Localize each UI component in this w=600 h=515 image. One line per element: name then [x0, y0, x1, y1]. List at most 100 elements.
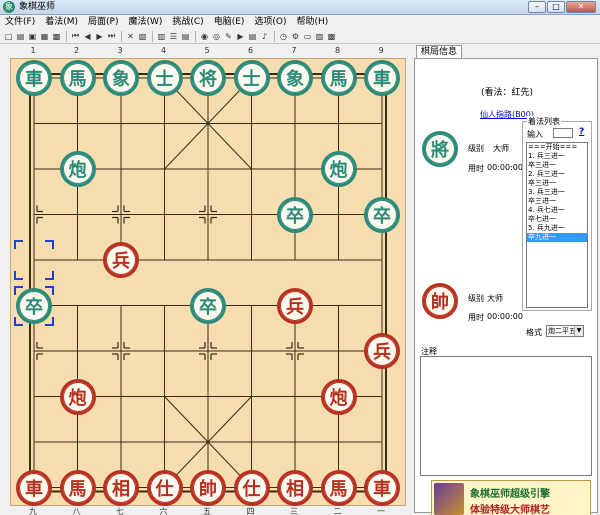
- move-list[interactable]: ===开始=== 1. 兵三进一 卒三进一 2. 兵三进一 卒三进一 3. 兵三进一 …: [526, 142, 588, 308]
- help-link[interactable]: ?: [579, 127, 584, 137]
- list-icon[interactable]: ☰: [168, 31, 179, 42]
- red-piece[interactable]: 相: [277, 469, 313, 506]
- black-piece[interactable]: 象: [103, 60, 139, 96]
- new-icon[interactable]: □: [3, 31, 14, 42]
- black-piece[interactable]: 車: [364, 60, 400, 96]
- bottom-time-value: 00:00:00: [487, 312, 523, 321]
- selection-marker: [45, 316, 54, 326]
- move-list-item[interactable]: 4. 兵七进一: [527, 206, 587, 215]
- banner-image: [434, 483, 464, 515]
- close-button[interactable]: ✕: [566, 1, 596, 13]
- save-icon[interactable]: ▣: [27, 31, 38, 42]
- move-list-item[interactable]: ===开始===: [527, 143, 587, 152]
- menu-challenge[interactable]: 挑战(C): [167, 15, 208, 29]
- minimize-button[interactable]: –: [528, 1, 546, 13]
- top-coord-2: 2: [73, 46, 80, 55]
- play-icon[interactable]: ▶: [235, 31, 246, 42]
- move-list-item[interactable]: 卒七进一: [527, 215, 587, 224]
- banner-line2: 体验特级大师棋艺: [470, 505, 550, 515]
- red-piece[interactable]: 車: [364, 469, 400, 506]
- move-list-item[interactable]: 卒三进一: [527, 179, 587, 188]
- engine-banner[interactable]: 象棋巫师超级引擎 体验特级大师棋艺: [431, 480, 591, 515]
- move-list-group: 着法列表 输入 ? ===开始=== 1. 兵三进一 卒三进一 2. 兵三进一 卒三…: [522, 116, 592, 311]
- bottom-coord-5: 五: [203, 507, 211, 515]
- black-piece[interactable]: 炮: [59, 151, 96, 187]
- move-list-item[interactable]: 5. 兵九进一: [527, 224, 587, 233]
- menu-options[interactable]: 选项(O): [249, 15, 291, 29]
- open-icon[interactable]: ▤: [15, 31, 26, 42]
- red-piece[interactable]: 炮: [59, 378, 96, 415]
- red-piece[interactable]: 帥: [190, 469, 226, 506]
- color-icon[interactable]: ◉: [199, 31, 210, 42]
- red-piece[interactable]: 車: [16, 469, 52, 506]
- move-input[interactable]: [553, 128, 573, 138]
- last-move-icon[interactable]: ⏭: [106, 31, 117, 42]
- menu-computer[interactable]: 电脑(E): [209, 15, 250, 29]
- export-icon[interactable]: ▩: [326, 31, 337, 42]
- settings-icon[interactable]: ⚙: [290, 31, 301, 42]
- format-select[interactable]: 炮二平五 ▼: [546, 325, 584, 337]
- window-icon[interactable]: ▭: [302, 31, 313, 42]
- red-piece[interactable]: 仕: [146, 469, 183, 506]
- red-piece[interactable]: 炮: [320, 378, 357, 415]
- menu-moves[interactable]: 着法(M): [40, 15, 83, 29]
- edit-icon[interactable]: ✎: [223, 31, 234, 42]
- menu-position[interactable]: 局面(P): [83, 15, 123, 29]
- format-label: 格式: [526, 328, 542, 337]
- board-area: 123456789 車馬象士将士象馬車炮炮卒卒卒卒兵兵兵炮炮車馬相仕帥仕相馬車 …: [0, 44, 410, 515]
- black-piece[interactable]: 象: [277, 60, 313, 96]
- top-time-label: 用时: [468, 164, 484, 173]
- menu-help[interactable]: 帮助(H): [292, 15, 334, 29]
- first-move-icon[interactable]: ⏮: [70, 31, 81, 42]
- move-list-item[interactable]: 卒九进一: [527, 233, 587, 242]
- menu-file[interactable]: 文件(F): [0, 15, 40, 29]
- move-list-item[interactable]: 卒三进一: [527, 161, 587, 170]
- top-coord-1: 1: [30, 46, 36, 55]
- red-piece[interactable]: 馬: [320, 469, 357, 506]
- black-piece[interactable]: 卒: [364, 196, 400, 233]
- next-move-icon[interactable]: ▶: [94, 31, 105, 42]
- black-piece[interactable]: 馬: [320, 60, 357, 96]
- image-icon[interactable]: ▨: [314, 31, 325, 42]
- paste-icon[interactable]: ▧: [137, 31, 148, 42]
- banner-line1: 象棋巫师超级引擎: [470, 489, 550, 500]
- input-label: 输入: [527, 130, 543, 139]
- chess-board[interactable]: 車馬象士将士象馬車炮炮卒卒卒卒兵兵兵炮炮車馬相仕帥仕相馬車: [10, 58, 406, 506]
- sound-icon[interactable]: ♪: [259, 31, 270, 42]
- opening-link[interactable]: 仙人指路(B00): [415, 109, 599, 120]
- delete-icon[interactable]: ✕: [125, 31, 136, 42]
- save-as-icon[interactable]: ▦: [39, 31, 50, 42]
- maximize-button[interactable]: □: [547, 1, 565, 13]
- black-piece[interactable]: 将: [190, 60, 226, 96]
- red-piece[interactable]: 馬: [59, 469, 96, 506]
- black-piece[interactable]: 士: [233, 60, 270, 96]
- black-piece[interactable]: 車: [16, 60, 52, 96]
- tab-game-info[interactable]: 棋局信息: [416, 45, 463, 59]
- eye-icon[interactable]: ◎: [211, 31, 222, 42]
- book-icon[interactable]: ▥: [156, 31, 167, 42]
- red-piece[interactable]: 兵: [277, 287, 313, 324]
- red-piece[interactable]: 兵: [364, 333, 400, 369]
- black-piece[interactable]: 卒: [277, 196, 313, 233]
- timer-icon[interactable]: ◷: [278, 31, 289, 42]
- black-piece[interactable]: 馬: [59, 60, 96, 96]
- prev-move-icon[interactable]: ◀: [82, 31, 93, 42]
- red-piece[interactable]: 兵: [103, 242, 139, 278]
- move-list-item[interactable]: 1. 兵三进一: [527, 152, 587, 161]
- chevron-down-icon[interactable]: ▼: [574, 326, 583, 336]
- tree-icon[interactable]: ▤: [180, 31, 191, 42]
- print-icon[interactable]: ▩: [51, 31, 62, 42]
- red-piece[interactable]: 仕: [233, 469, 270, 506]
- notes-textarea[interactable]: [420, 356, 592, 476]
- black-piece[interactable]: 炮: [320, 151, 357, 187]
- black-piece[interactable]: 卒: [190, 287, 226, 324]
- options-icon[interactable]: ▤: [247, 31, 258, 42]
- menu-magic[interactable]: 魔法(W): [123, 15, 167, 29]
- bottom-coord-8: 二: [333, 507, 342, 515]
- red-piece[interactable]: 相: [103, 469, 139, 506]
- black-piece[interactable]: 士: [146, 60, 183, 96]
- move-list-item[interactable]: 卒三进一: [527, 197, 587, 206]
- game-info-body: (看法：红先) 仙人指路(B00) 將 级别 大师 用时 00:00:00 着法…: [414, 58, 599, 515]
- move-list-item[interactable]: 3. 兵三进一: [527, 188, 587, 197]
- move-list-item[interactable]: 2. 兵三进一: [527, 170, 587, 179]
